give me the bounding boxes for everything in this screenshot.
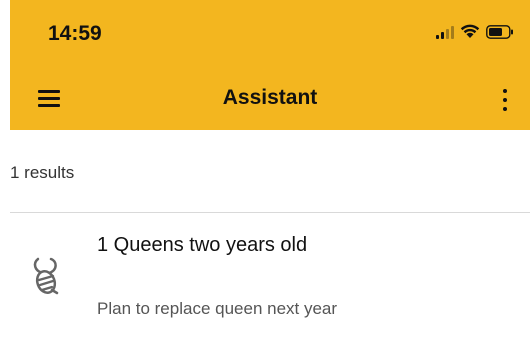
status-time: 14:59 bbox=[48, 22, 102, 45]
list-item[interactable]: 1 Queens two years old Plan to replace q… bbox=[10, 213, 530, 340]
vertical-dots-icon[interactable] bbox=[500, 88, 510, 112]
list-item-subtitle: Plan to replace queen next year bbox=[97, 299, 338, 318]
bee-icon bbox=[30, 255, 66, 295]
battery-icon bbox=[486, 24, 514, 39]
signal-icon bbox=[436, 25, 454, 39]
page-title: Assistant bbox=[222, 86, 318, 109]
status-icons bbox=[436, 24, 514, 39]
app-header: 14:59 Assistant bbox=[10, 0, 530, 130]
list-item-title: 1 Queens two years old bbox=[97, 234, 308, 256]
results-count: 1 results bbox=[10, 163, 75, 182]
wifi-icon bbox=[460, 24, 480, 39]
app-screen: 14:59 Assistant 1 results 1 Queens two y… bbox=[10, 0, 530, 340]
